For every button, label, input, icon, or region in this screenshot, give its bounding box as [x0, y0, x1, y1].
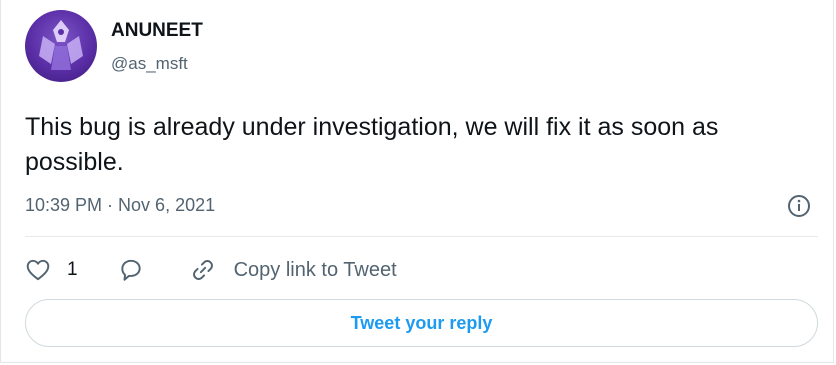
like-count: 1: [67, 259, 78, 280]
reply-button[interactable]: [118, 257, 144, 283]
tweet-card: ANUNEET @as_msft This bug is already und…: [0, 0, 834, 363]
copy-link-button[interactable]: Copy link to Tweet: [190, 257, 397, 283]
avatar[interactable]: [25, 10, 97, 82]
tweet-your-reply-button[interactable]: Tweet your reply: [25, 299, 818, 347]
like-button[interactable]: 1: [25, 257, 78, 283]
divider: [25, 236, 818, 237]
tweet-actions: 1 Copy link to Tweet: [25, 254, 397, 286]
reply-bubble-icon: [120, 259, 141, 281]
avatar-logo-icon: [39, 20, 83, 70]
user-handle[interactable]: @as_msft: [111, 54, 188, 74]
display-name[interactable]: ANUNEET: [111, 20, 203, 42]
tweet-timestamp[interactable]: 10:39 PM · Nov 6, 2021: [25, 195, 215, 216]
info-icon[interactable]: [787, 194, 811, 218]
tweet-text: This bug is already under investigation,…: [25, 113, 719, 176]
link-icon: [192, 260, 213, 280]
copy-link-label: Copy link to Tweet: [233, 258, 397, 281]
heart-icon: [26, 259, 50, 281]
